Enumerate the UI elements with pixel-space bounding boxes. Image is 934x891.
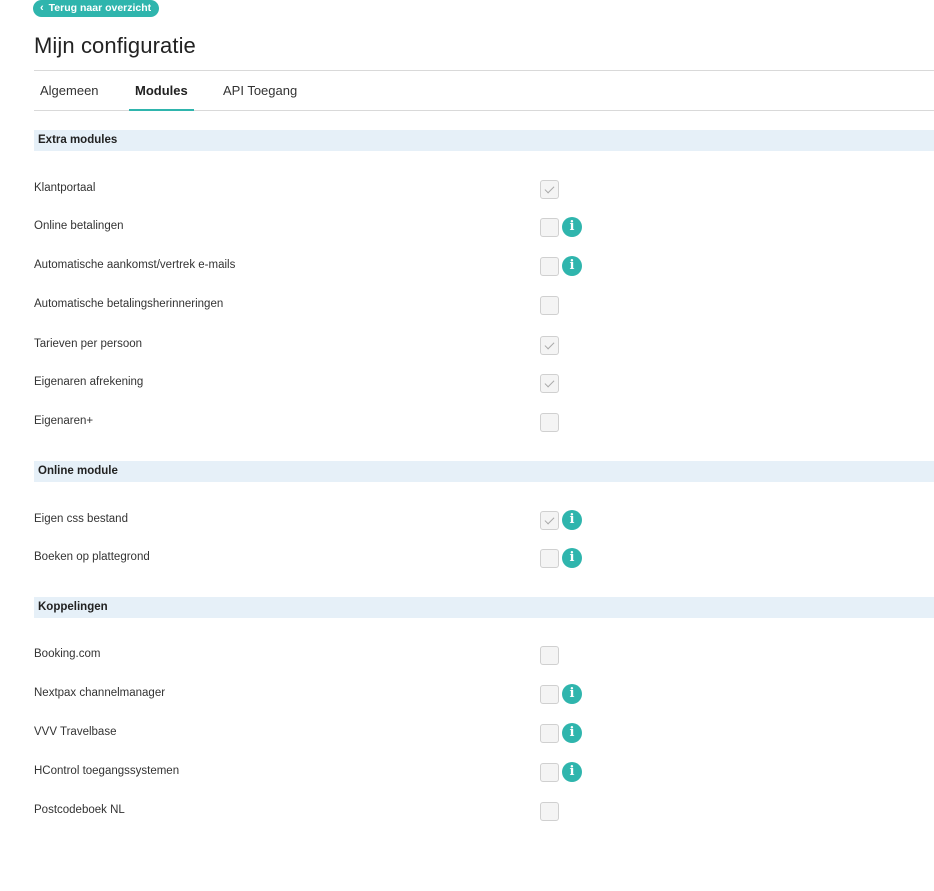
back-to-overview-button[interactable]: ‹ Terug naar overzicht — [33, 0, 160, 17]
module-label: HControl toegangssystemen — [34, 765, 180, 777]
module-label: Eigenaren+ — [34, 415, 94, 427]
module-checkbox-online-betalingen[interactable] — [540, 218, 559, 237]
module-label: Automatische betalingsherinneringen — [34, 298, 224, 310]
page-title: Mijn configuratie — [34, 33, 196, 58]
module-checkbox-hcontrol[interactable] — [540, 763, 559, 782]
module-label: Booking.com — [34, 648, 101, 660]
module-label: Automatische aankomst/vertrek e-mails — [34, 259, 236, 271]
module-checkbox-eigenaren-afrekening[interactable] — [540, 374, 559, 393]
module-row: Postcodeboek NL — [34, 802, 634, 822]
module-checkbox-vvv-travelbase[interactable] — [540, 724, 559, 743]
module-row: Nextpax channelmanager i — [34, 684, 634, 705]
module-label: Boeken op plattegrond — [34, 551, 150, 563]
module-row: Automatische aankomst/vertrek e-mails i — [34, 256, 634, 277]
section-header-koppelingen: Koppelingen — [34, 597, 934, 618]
module-label: Nextpax channelmanager — [34, 687, 166, 699]
info-icon[interactable]: i — [562, 723, 582, 743]
info-icon[interactable]: i — [562, 217, 582, 237]
module-label: Eigen css bestand — [34, 513, 128, 525]
module-row: Klantportaal — [34, 180, 634, 200]
module-label: Eigenaren afrekening — [34, 376, 144, 388]
module-checkbox-tarieven-per-persoon[interactable] — [540, 336, 559, 355]
module-label: VVV Travelbase — [34, 726, 117, 738]
module-row: VVV Travelbase i — [34, 723, 634, 744]
chevron-left-icon: ‹ — [40, 2, 44, 14]
module-checkbox-eigenaren-plus[interactable] — [540, 413, 559, 432]
module-row: HControl toegangssystemen i — [34, 762, 634, 783]
module-label: Klantportaal — [34, 182, 96, 194]
module-row: Boeken op plattegrond i — [34, 548, 634, 569]
info-icon[interactable]: i — [562, 762, 582, 782]
module-label: Tarieven per persoon — [34, 338, 143, 350]
module-row: Eigenaren+ — [34, 413, 634, 433]
section-header-extra-modules: Extra modules — [34, 130, 934, 151]
module-row: Tarieven per persoon — [34, 336, 634, 356]
module-checkbox-klantportaal[interactable] — [540, 180, 559, 199]
module-row: Automatische betalingsherinneringen — [34, 296, 634, 316]
tab-modules[interactable]: Modules — [129, 71, 194, 111]
module-checkbox-postcodeboek-nl[interactable] — [540, 802, 559, 821]
info-icon[interactable]: i — [562, 684, 582, 704]
module-checkbox-booking-com[interactable] — [540, 646, 559, 665]
module-label: Postcodeboek NL — [34, 804, 125, 816]
module-row: Booking.com — [34, 646, 634, 666]
module-label: Online betalingen — [34, 220, 124, 232]
section-header-online-module: Online module — [34, 461, 934, 482]
back-button-label: Terug naar overzicht — [48, 2, 152, 14]
module-row: Online betalingen i — [34, 217, 634, 238]
info-icon[interactable]: i — [562, 548, 582, 568]
tab-algemeen[interactable]: Algemeen — [34, 71, 105, 110]
tab-bar: Algemeen Modules API Toegang — [34, 71, 934, 111]
info-icon[interactable]: i — [562, 256, 582, 276]
module-checkbox-eigen-css[interactable] — [540, 511, 559, 530]
module-checkbox-aankomst-vertrek-emails[interactable] — [540, 257, 559, 276]
module-checkbox-betalingsherinneringen[interactable] — [540, 296, 559, 315]
tab-api-toegang[interactable]: API Toegang — [217, 71, 303, 110]
module-checkbox-boeken-op-plattegrond[interactable] — [540, 549, 559, 568]
module-row: Eigenaren afrekening — [34, 374, 634, 394]
module-checkbox-nextpax[interactable] — [540, 685, 559, 704]
module-row: Eigen css bestand i — [34, 510, 634, 531]
info-icon[interactable]: i — [562, 510, 582, 530]
